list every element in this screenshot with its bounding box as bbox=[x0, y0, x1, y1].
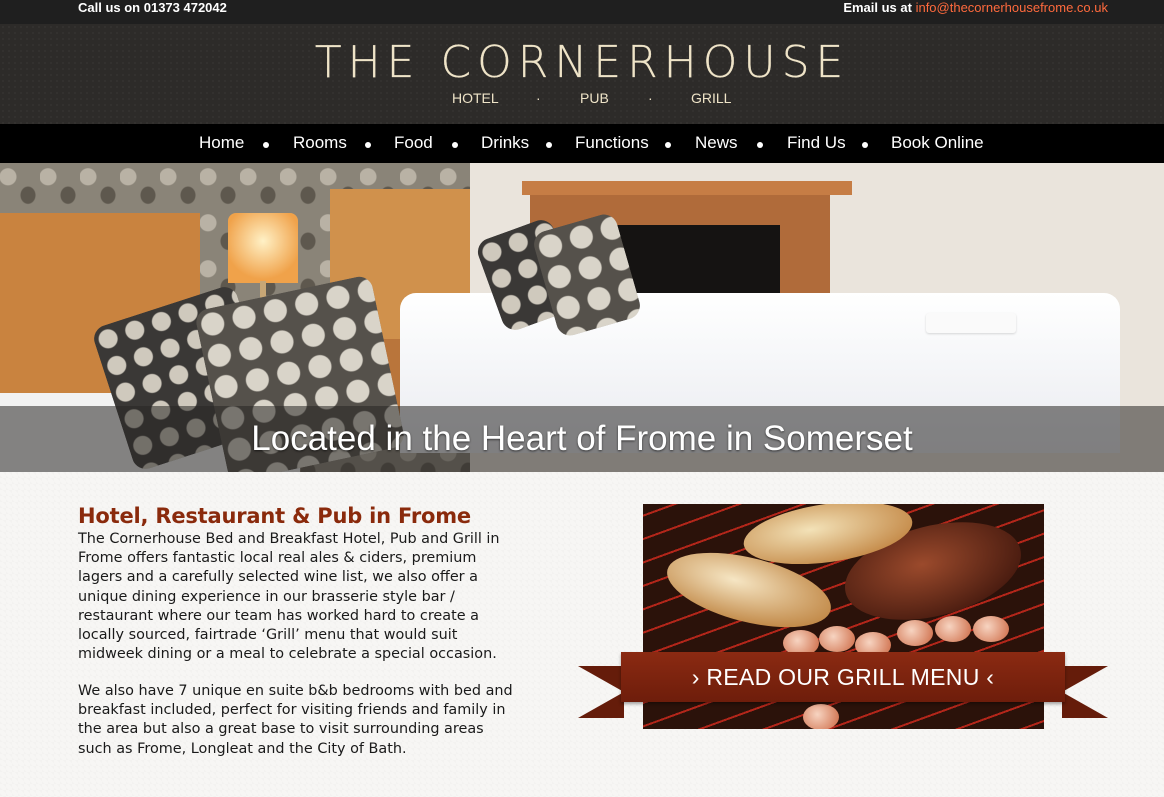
nav-item-find-us[interactable]: Find Us bbox=[787, 133, 846, 153]
nav-item-rooms[interactable]: Rooms bbox=[293, 133, 347, 153]
nav-separator bbox=[452, 142, 458, 148]
logo-sub-hotel: HOTEL bbox=[452, 90, 499, 106]
email-link[interactable]: info@thecornerhousefrome.co.uk bbox=[916, 0, 1108, 15]
hero-banner: Located in the Heart of Frome in Somerse… bbox=[0, 163, 1164, 472]
hero-towel bbox=[926, 313, 1016, 333]
nav-item-food[interactable]: Food bbox=[394, 133, 433, 153]
email-info: Email us at info@thecornerhousefrome.co.… bbox=[843, 0, 1108, 15]
phone-number: Call us on 01373 472042 bbox=[78, 0, 227, 15]
grill-prawn bbox=[973, 616, 1009, 642]
ribbon-tail-right bbox=[1062, 666, 1108, 718]
rooms-paragraph: We also have 7 unique en suite b&b bedro… bbox=[78, 683, 513, 757]
nav-item-book-online[interactable]: Book Online bbox=[891, 133, 984, 153]
hero-mantel bbox=[522, 181, 852, 195]
nav-separator bbox=[263, 142, 269, 148]
grill-prawn bbox=[935, 616, 971, 642]
email-prefix: Email us at bbox=[843, 0, 912, 15]
intro-paragraph: The Cornerhouse Bed and Breakfast Hotel,… bbox=[78, 531, 500, 663]
ribbon-tail-left bbox=[578, 666, 624, 718]
nav-item-functions[interactable]: Functions bbox=[575, 133, 649, 153]
nav-item-drinks[interactable]: Drinks bbox=[481, 133, 529, 153]
read-grill-menu-button[interactable]: › READ OUR GRILL MENU ‹ bbox=[621, 652, 1065, 702]
top-bar: Call us on 01373 472042 Email us at info… bbox=[0, 0, 1164, 24]
content-heading: Hotel, Restaurant & Pub in Frome bbox=[78, 504, 471, 528]
logo-sub-dot: · bbox=[648, 90, 653, 106]
nav-separator bbox=[862, 142, 868, 148]
nav-item-news[interactable]: News bbox=[695, 133, 738, 153]
nav-separator bbox=[546, 142, 552, 148]
site-header: THE CORNERHOUSE HOTEL · PUB · GRILL bbox=[0, 24, 1164, 124]
logo-sub-grill: GRILL bbox=[691, 90, 732, 106]
hero-lamp bbox=[228, 213, 298, 283]
logo-sub-pub: PUB bbox=[580, 90, 609, 106]
nav-separator bbox=[365, 142, 371, 148]
nav-item-home[interactable]: Home bbox=[199, 133, 244, 153]
grill-prawn bbox=[803, 704, 839, 729]
nav-separator bbox=[757, 142, 763, 148]
main-nav: Home Rooms Food Drinks Functions News Fi… bbox=[0, 124, 1164, 163]
grill-prawn bbox=[819, 626, 855, 652]
nav-separator bbox=[665, 142, 671, 148]
hero-caption: Located in the Heart of Frome in Somerse… bbox=[251, 419, 913, 458]
logo-subtitle: HOTEL · PUB · GRILL bbox=[452, 90, 732, 108]
grill-prawn bbox=[897, 620, 933, 646]
site-logo[interactable]: THE CORNERHOUSE bbox=[0, 37, 1164, 88]
logo-sub-dot: · bbox=[536, 90, 541, 106]
